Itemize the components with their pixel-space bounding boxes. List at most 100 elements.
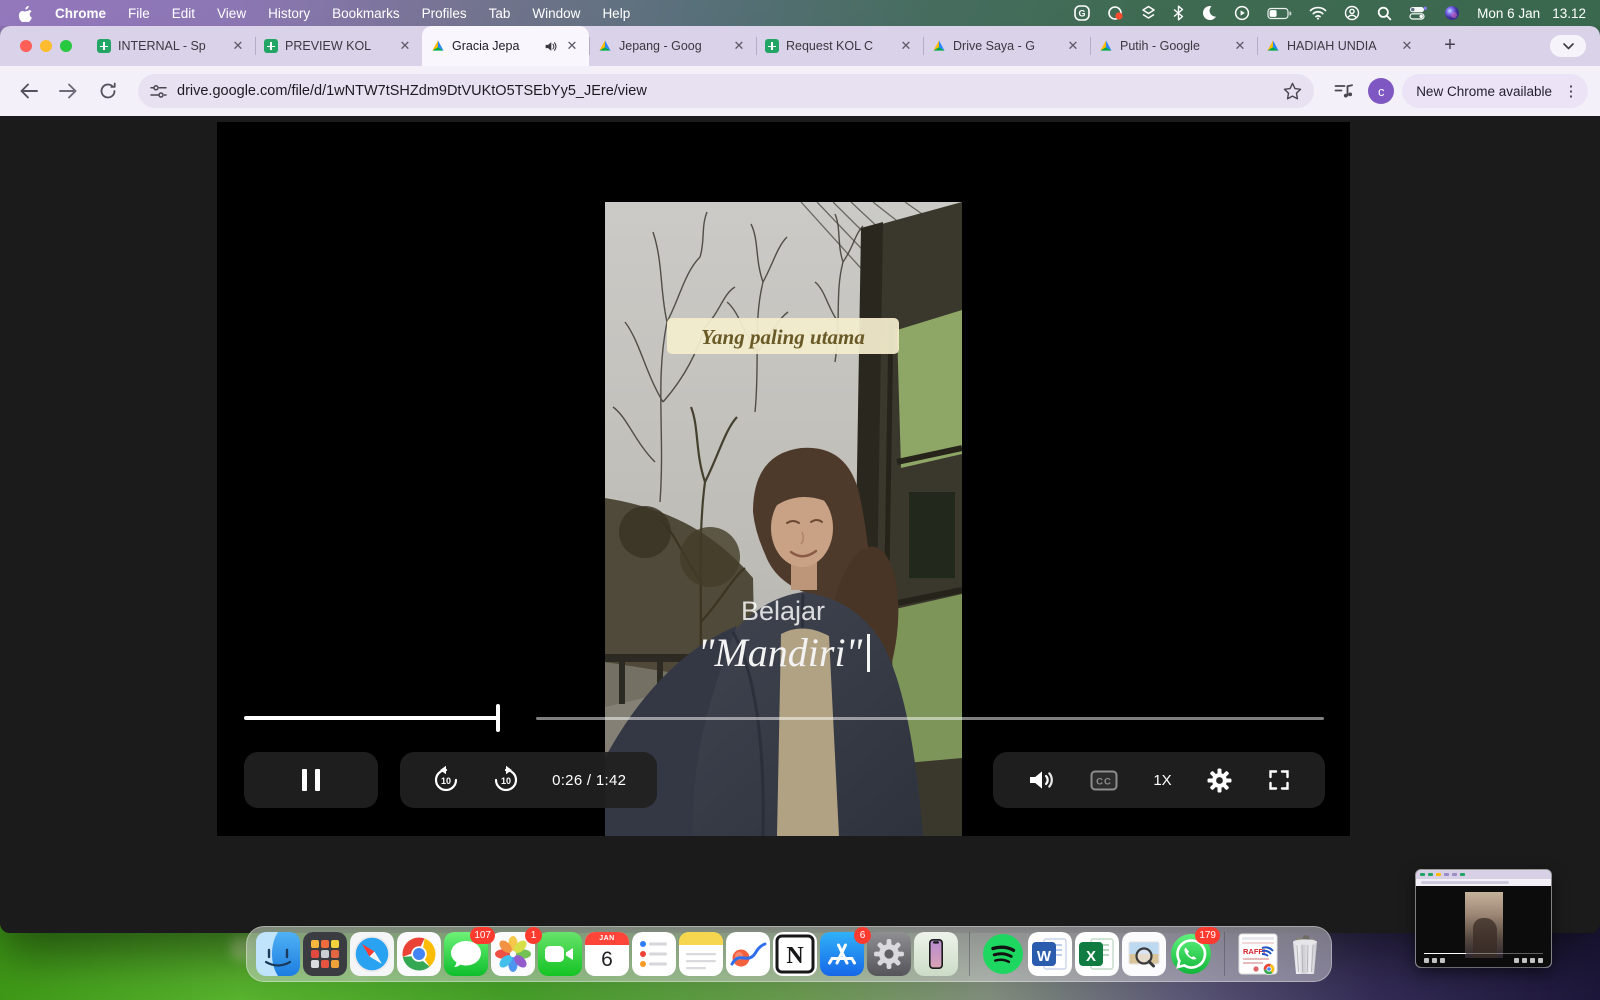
focus-moon-icon[interactable] xyxy=(1201,4,1217,22)
video-frame[interactable]: Yang paling utama Belajar "Mandiri" xyxy=(605,202,962,836)
dock-spotify[interactable] xyxy=(981,932,1025,976)
account-icon[interactable] xyxy=(1344,4,1360,22)
url-text[interactable]: drive.google.com/file/d/1wNTW7tSHZdm9DtV… xyxy=(177,83,1273,99)
dock-photos[interactable]: 1 xyxy=(491,932,535,976)
menu-edit[interactable]: Edit xyxy=(172,6,195,21)
forward-button[interactable] xyxy=(52,75,84,107)
tab-putih[interactable]: Putih - Google ✕ xyxy=(1090,26,1257,66)
tab-close-icon[interactable]: ✕ xyxy=(397,38,413,54)
tab-audio-icon[interactable] xyxy=(544,40,557,53)
playback-speed-button[interactable]: 1X xyxy=(1153,772,1171,789)
tab-close-icon[interactable]: ✕ xyxy=(1065,38,1081,54)
bookmark-star-icon[interactable] xyxy=(1283,82,1302,100)
battery-icon[interactable] xyxy=(1267,4,1292,22)
tab-close-icon[interactable]: ✕ xyxy=(731,38,747,54)
menu-app-name[interactable]: Chrome xyxy=(55,6,106,21)
tab-close-icon[interactable]: ✕ xyxy=(1232,38,1248,54)
dock-iphone-mirroring[interactable] xyxy=(914,932,958,976)
messages-badge: 107 xyxy=(470,927,495,944)
apple-logo-icon[interactable] xyxy=(18,4,33,22)
media-controls-icon[interactable] xyxy=(1328,75,1360,107)
menu-tab[interactable]: Tab xyxy=(489,6,511,21)
dock-freeform[interactable] xyxy=(726,932,770,976)
clock-date: Mon 6 Jan xyxy=(1477,6,1540,21)
tab-search-button[interactable] xyxy=(1550,35,1586,57)
settings-gear-icon[interactable] xyxy=(1207,768,1232,793)
fullscreen-button[interactable] xyxy=(1268,769,1290,791)
dock-messages[interactable]: 107 xyxy=(444,932,488,976)
dock-word[interactable]: W xyxy=(1028,932,1072,976)
tab-preview-kol[interactable]: PREVIEW KOL ✕ xyxy=(255,26,422,66)
menu-view[interactable]: View xyxy=(217,6,246,21)
dock-raffi-file[interactable]: RAFFI xyxy=(1236,932,1280,976)
dock-trash[interactable] xyxy=(1283,932,1327,976)
dock-reminders[interactable] xyxy=(632,932,676,976)
menu-file[interactable]: File xyxy=(128,6,150,21)
menu-profiles[interactable]: Profiles xyxy=(422,6,467,21)
video-player[interactable]: Yang paling utama Belajar "Mandiri" 10 xyxy=(217,122,1350,836)
tab-internal[interactable]: INTERNAL - Sp ✕ xyxy=(88,26,255,66)
window-controls xyxy=(0,40,84,52)
seek-bar-played xyxy=(244,716,499,720)
control-center-icon[interactable] xyxy=(1409,4,1427,22)
tab-jepang[interactable]: Jepang - Goog ✕ xyxy=(589,26,756,66)
more-menu-icon[interactable]: ⋮ xyxy=(1560,82,1582,100)
wifi-icon[interactable] xyxy=(1309,4,1327,22)
chrome-window: INTERNAL - Sp ✕ PREVIEW KOL ✕ Gracia Jep… xyxy=(0,26,1600,933)
menu-window[interactable]: Window xyxy=(532,6,580,21)
pip-video-frame xyxy=(1465,892,1503,958)
minimize-window-button[interactable] xyxy=(40,40,52,52)
dock-launchpad[interactable] xyxy=(303,932,347,976)
captions-button[interactable]: CC xyxy=(1090,770,1118,791)
dock-chrome[interactable] xyxy=(397,932,441,976)
seek-playhead[interactable] xyxy=(496,704,500,732)
tab-close-icon[interactable]: ✕ xyxy=(564,38,580,54)
reload-button[interactable] xyxy=(92,75,124,107)
tab-request-kol[interactable]: Request KOL C ✕ xyxy=(756,26,923,66)
dock-appstore[interactable]: 6 xyxy=(820,932,864,976)
menu-history[interactable]: History xyxy=(268,6,310,21)
dock-finder[interactable] xyxy=(256,932,300,976)
menu-bookmarks[interactable]: Bookmarks xyxy=(332,6,400,21)
dock-notes[interactable] xyxy=(679,932,723,976)
seek-bar[interactable] xyxy=(244,716,1324,720)
dock-facetime[interactable] xyxy=(538,932,582,976)
dock-notion[interactable]: N xyxy=(773,932,817,976)
pip-toolbar xyxy=(1416,879,1551,886)
dock-excel[interactable]: X xyxy=(1075,932,1119,976)
volume-icon[interactable] xyxy=(1028,768,1054,792)
tab-drive-saya[interactable]: Drive Saya - G ✕ xyxy=(923,26,1090,66)
dock-calendar[interactable]: JAN 6 xyxy=(585,932,629,976)
profile-avatar[interactable]: c xyxy=(1368,78,1394,104)
browser-toolbar: drive.google.com/file/d/1wNTW7tSHZdm9DtV… xyxy=(0,66,1600,116)
tab-gracia-active[interactable]: Gracia Jepa ✕ xyxy=(422,26,589,66)
new-tab-button[interactable]: + xyxy=(1436,32,1464,60)
rewind-10-button[interactable]: 10 xyxy=(431,765,461,795)
pause-button[interactable] xyxy=(302,769,320,791)
spotlight-search-icon[interactable] xyxy=(1377,4,1392,22)
menu-bar-clock[interactable]: Mon 6 Jan 13.12 xyxy=(1477,6,1586,21)
address-bar[interactable]: drive.google.com/file/d/1wNTW7tSHZdm9DtV… xyxy=(138,74,1314,108)
media-play-status-icon[interactable] xyxy=(1234,4,1250,22)
tab-hadiah[interactable]: HADIAH UNDIA ✕ xyxy=(1257,26,1424,66)
dock-preview[interactable] xyxy=(1122,932,1166,976)
forward-10-button[interactable]: 10 xyxy=(491,765,521,795)
layers-icon[interactable] xyxy=(1141,4,1156,22)
back-button[interactable] xyxy=(12,75,44,107)
close-window-button[interactable] xyxy=(20,40,32,52)
zoom-window-button[interactable] xyxy=(60,40,72,52)
tab-close-icon[interactable]: ✕ xyxy=(230,38,246,54)
dock-system-settings[interactable] xyxy=(867,932,911,976)
bluetooth-icon[interactable] xyxy=(1173,4,1184,22)
dock-safari[interactable] xyxy=(350,932,394,976)
tab-close-icon[interactable]: ✕ xyxy=(898,38,914,54)
record-status-icon[interactable] xyxy=(1107,4,1124,22)
tab-close-icon[interactable]: ✕ xyxy=(1399,38,1415,54)
grammarly-icon[interactable]: G xyxy=(1074,4,1090,22)
site-settings-icon[interactable] xyxy=(150,84,167,99)
screenshot-preview-thumbnail[interactable] xyxy=(1416,870,1551,967)
menu-help[interactable]: Help xyxy=(602,6,630,21)
update-chrome-chip[interactable]: New Chrome available ⋮ xyxy=(1402,74,1588,108)
siri-icon[interactable] xyxy=(1444,4,1460,22)
dock-whatsapp[interactable]: 179 xyxy=(1169,932,1213,976)
